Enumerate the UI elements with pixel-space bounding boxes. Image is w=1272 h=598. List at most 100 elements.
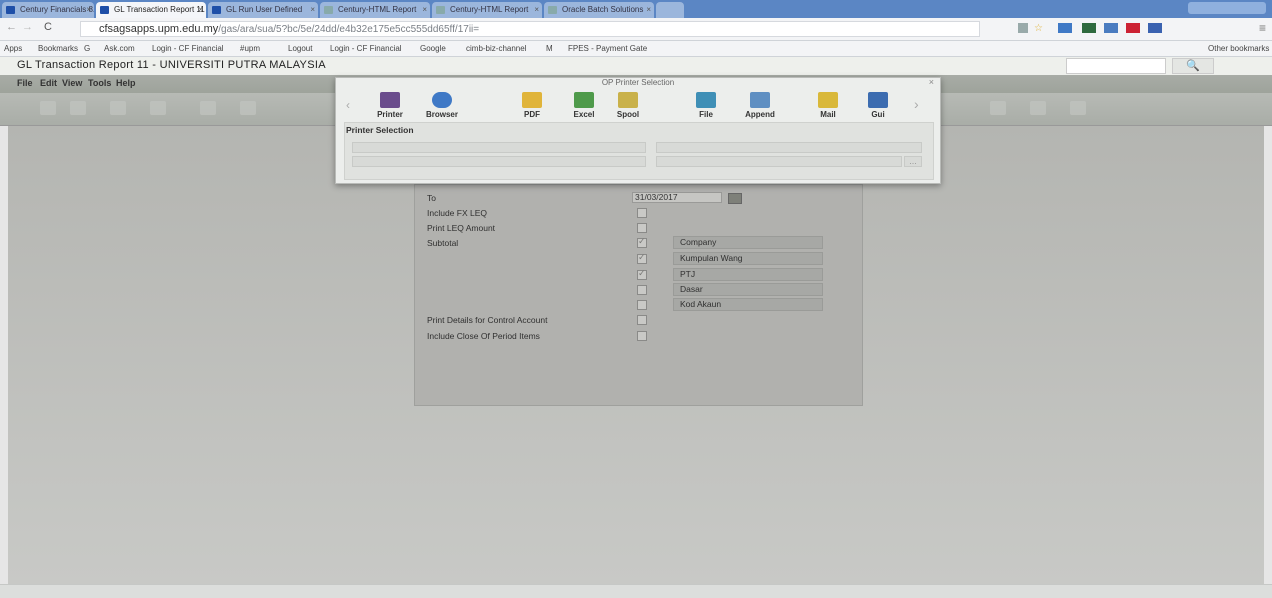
subtotal-label: Subtotal [427,238,459,248]
subtotal-ptj-checkbox[interactable] [637,268,647,280]
printer-path-field[interactable] [656,156,902,167]
menu-file[interactable]: File [17,78,33,88]
menu-edit[interactable]: Edit [40,78,57,88]
extension-icon[interactable] [1148,23,1162,33]
browser-tab[interactable]: Century-HTML Report × [432,2,542,18]
print-leq-amount-label: Print LEQ Amount [427,223,496,233]
bookmark-folder[interactable]: Bookmarks [38,41,78,56]
include-close-period-label: Include Close Of Period Items [427,331,540,341]
printer-option-field[interactable] [352,156,646,167]
toolbar-icon[interactable] [990,101,1006,115]
browser-tab[interactable]: GL Run User Defined × [208,2,318,18]
bookmark[interactable]: M [546,41,553,56]
toolbar-icon[interactable] [200,101,216,115]
append-button[interactable]: Append [738,90,782,120]
menu-help[interactable]: Help [116,78,136,88]
reload-icon[interactable]: C [44,21,52,33]
bookmark[interactable]: Google [420,41,446,56]
menu-tools[interactable]: Tools [88,78,111,88]
subtotal-company-checkbox[interactable] [637,236,647,248]
bookmark-apps[interactable]: Apps [4,41,22,56]
file-button-label: File [699,110,713,119]
include-fx-leq-label: Include FX LEQ [427,208,488,218]
browser-tab[interactable]: Oracle Batch Solutions × [544,2,654,18]
to-date-field[interactable]: 31/03/2017 [632,192,722,203]
excel-button[interactable]: Excel [562,90,606,120]
star-icon[interactable]: ☆ [1034,23,1043,34]
toolbar-icon[interactable] [110,101,126,115]
zoom-icon[interactable] [1018,23,1028,33]
include-fx-leq-checkbox[interactable] [637,208,647,218]
close-tab-icon[interactable]: × [310,2,315,18]
bookmark[interactable]: Logout [288,41,312,56]
browser-button-label: Browser [425,110,458,119]
close-tab-icon[interactable]: × [534,2,539,18]
toolbar-icon[interactable] [70,101,86,115]
forward-icon[interactable]: → [22,21,33,33]
window-controls[interactable] [1188,2,1266,14]
bookmark[interactable]: G [84,41,90,56]
printer-name-field[interactable] [352,142,646,153]
print-details-control-label: Print Details for Control Account [427,315,548,325]
print-leq-amount-checkbox[interactable] [637,223,647,233]
new-tab-button[interactable] [656,2,684,18]
gui-button[interactable]: Gui [856,90,900,120]
browser-button[interactable]: Browser [420,90,464,120]
search-icon[interactable]: 🔍 [1172,58,1214,74]
url-field[interactable]: cfsagsapps.upm.edu.my/gas/ara/sua/5?bc/5… [80,21,980,37]
excel-icon [574,92,594,108]
bookmark[interactable]: Ask.com [104,41,135,56]
close-tab-icon[interactable]: × [198,2,203,18]
mail-button[interactable]: Mail [806,90,850,120]
file-button[interactable]: File [684,90,728,120]
spool-button[interactable]: Spool [606,90,650,120]
toolbar-icon[interactable] [1070,101,1086,115]
toolbar-icon[interactable] [40,101,56,115]
chrome-menu-icon[interactable]: ≡ [1259,21,1266,35]
extension-icon[interactable] [1082,23,1096,33]
subtotal-kod-akaun: Kod Akaun [673,298,823,311]
browser-tab-active[interactable]: GL Transaction Report 11 × [96,2,206,18]
print-details-control-checkbox[interactable] [637,315,647,325]
gui-button-label: Gui [871,110,885,119]
tab-label: Century Financials 8.x [20,5,94,14]
subtotal-dasar-checkbox[interactable] [637,285,647,295]
browser-tab[interactable]: Century Financials 8.x × [2,2,94,18]
bookmark[interactable]: cimb-biz-channel [466,41,526,56]
toolbar-icon[interactable] [150,101,166,115]
subtotal-company: Company [673,236,823,249]
other-bookmarks[interactable]: Other bookmarks [1208,41,1269,56]
toolbar-icon[interactable] [1030,101,1046,115]
printer-desc-field[interactable] [656,142,922,153]
calendar-icon[interactable] [728,193,742,204]
section-title: Printer Selection [346,125,414,135]
bookmark[interactable]: Login - CF Financial [330,41,402,56]
close-icon[interactable]: × [929,77,934,87]
bookmark[interactable]: FPES - Payment Gate [568,41,647,56]
printer-selection-dialog: OP Printer Selection × ‹ Printer Browser… [335,77,941,184]
bookmark[interactable]: #upm [240,41,260,56]
lookup-button[interactable]: … [904,156,922,167]
printer-button[interactable]: Printer [368,90,412,120]
close-tab-icon[interactable]: × [86,2,91,18]
back-icon[interactable]: ← [6,21,17,33]
extension-icon[interactable] [1104,23,1118,33]
scroll-right-icon[interactable]: › [914,96,919,112]
menu-view[interactable]: View [62,78,82,88]
subtotal-kumpulan-wang-checkbox[interactable] [637,252,647,264]
browser-tab[interactable]: Century-HTML Report × [320,2,430,18]
scroll-left-icon[interactable]: ‹ [346,98,350,112]
close-tab-icon[interactable]: × [646,2,651,18]
search-input[interactable] [1066,58,1166,74]
subtotal-dasar: Dasar [673,283,823,296]
tab-label: GL Transaction Report 11 [114,5,205,14]
favicon-icon [548,6,557,14]
close-tab-icon[interactable]: × [422,2,427,18]
extension-icon[interactable] [1126,23,1140,33]
pdf-button[interactable]: PDF [510,90,554,120]
include-close-period-checkbox[interactable] [637,331,647,341]
toolbar-icon[interactable] [240,101,256,115]
subtotal-kod-akaun-checkbox[interactable] [637,300,647,310]
bookmark[interactable]: Login - CF Financial [152,41,224,56]
extension-icon[interactable] [1058,23,1072,33]
